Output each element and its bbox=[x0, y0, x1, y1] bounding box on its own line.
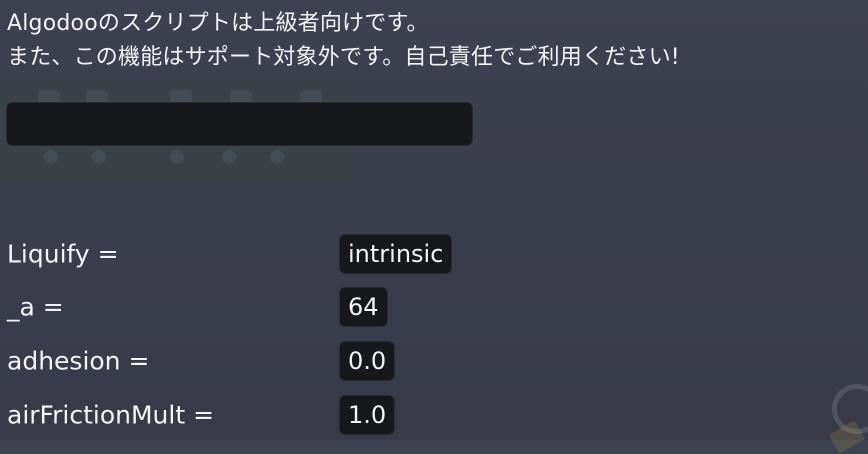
property-row-air-friction-mult: airFrictionMult = 1.0 bbox=[0, 393, 868, 437]
property-row-liquify: Liquify = intrinsic bbox=[0, 232, 868, 276]
warning-line-1: Algodooのスクリプトは上級者向けです。 bbox=[7, 11, 429, 36]
property-row-a: _a = 64 bbox=[0, 285, 868, 329]
property-value-field[interactable]: intrinsic bbox=[339, 234, 453, 274]
property-value-field[interactable]: 1.0 bbox=[339, 395, 396, 435]
property-name: airFrictionMult = bbox=[7, 400, 215, 430]
property-name: adhesion = bbox=[7, 346, 150, 376]
property-value-field[interactable]: 64 bbox=[339, 287, 388, 327]
script-warning: Algodooのスクリプトは上級者向けです。 また、この機能はサポート対象外です… bbox=[7, 7, 680, 75]
background-icon bbox=[222, 150, 236, 164]
property-value-field[interactable]: 0.0 bbox=[339, 341, 396, 381]
warning-line-2: また、この機能はサポート対象外です。自己責任でご利用ください! bbox=[7, 45, 680, 70]
script-input[interactable] bbox=[6, 102, 473, 146]
property-row-adhesion: adhesion = 0.0 bbox=[0, 339, 868, 383]
background-icon bbox=[170, 150, 184, 164]
background-icon bbox=[92, 150, 106, 164]
property-name: Liquify = bbox=[7, 239, 119, 269]
background-icon bbox=[44, 150, 58, 164]
background-icon bbox=[270, 150, 284, 164]
property-name: _a = bbox=[7, 292, 64, 322]
